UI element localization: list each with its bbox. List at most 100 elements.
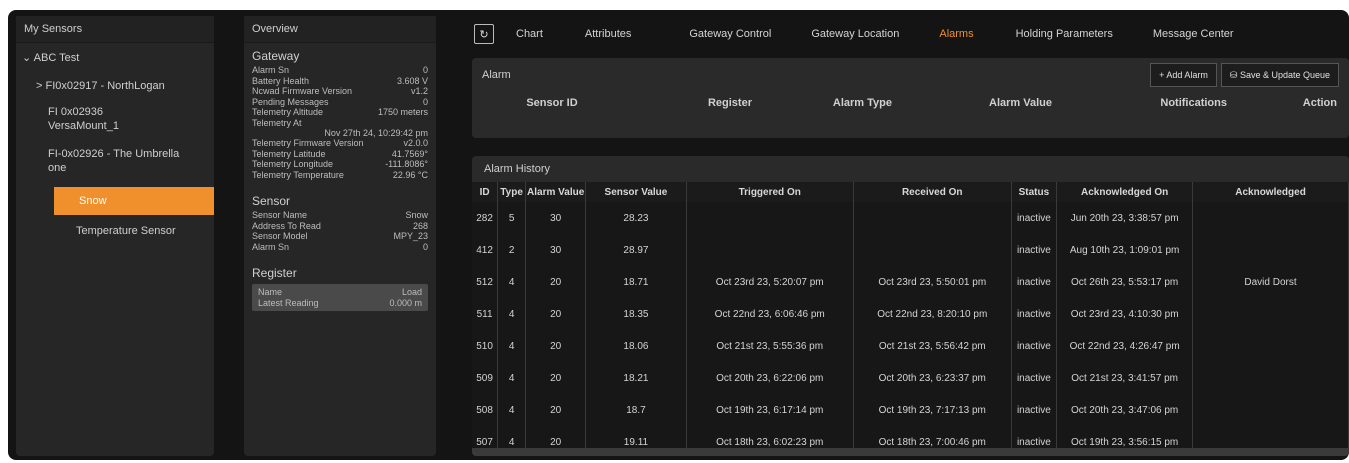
table-cell: 30 <box>525 202 587 234</box>
table-row[interactable]: 512 4 20 18.71 Oct 23rd 23, 5:20:07 pm Oct 23… <box>472 266 1349 298</box>
table-cell: 4 <box>497 330 527 362</box>
ov-value: 41.7569° <box>391 148 428 159</box>
table-cell: 20 <box>525 362 587 394</box>
col-header[interactable]: Type <box>497 182 527 202</box>
table-row[interactable]: 511 4 20 18.35 Oct 22nd 23, 6:06:46 pm Oct 22… <box>472 298 1349 330</box>
table-cell <box>1192 234 1349 266</box>
ov-key: Telemetry At <box>252 117 302 128</box>
horizontal-scrollbar[interactable] <box>472 448 1349 456</box>
alarm-panel: Alarm + Add Alarm ⛁ Save & Update Queue … <box>472 58 1349 138</box>
table-cell: Aug 10th 23, 1:09:01 pm <box>1056 234 1194 266</box>
table-row[interactable]: 282 5 30 28.23 inactive Jun 20th 23, 3:38:57 … <box>472 202 1349 234</box>
table-row[interactable]: 510 4 20 18.06 Oct 21st 23, 5:55:36 pm Oct 21… <box>472 330 1349 362</box>
table-cell <box>1192 202 1349 234</box>
tab-attributes[interactable]: Attributes <box>585 28 631 40</box>
table-cell: 4 <box>497 298 527 330</box>
ov-key: Alarm Sn <box>252 241 290 252</box>
ov-value: Snow <box>405 210 428 220</box>
tab-alarms[interactable]: Alarms <box>939 28 973 40</box>
table-cell: 4 <box>497 362 527 394</box>
table-cell: inactive <box>1011 394 1058 426</box>
add-alarm-button[interactable]: + Add Alarm <box>1150 63 1217 87</box>
table-cell: inactive <box>1011 330 1058 362</box>
ov-key: Alarm Sn <box>252 65 290 75</box>
table-cell: 511 <box>472 298 499 330</box>
ov-value: 0 <box>422 96 428 107</box>
ov-row: Address To Read 268 <box>252 221 428 232</box>
tree-item-northlogan[interactable]: > FI0x02917 - NorthLogan <box>16 69 214 97</box>
col-header[interactable]: Alarm Value <box>525 182 587 202</box>
tab-gateway-location[interactable]: Gateway Location <box>811 28 899 40</box>
ov-key: Sensor Model <box>252 231 308 241</box>
table-cell: 18.06 <box>585 330 687 362</box>
table-row[interactable]: 509 4 20 18.21 Oct 20th 23, 6:22:06 pm Oct 20… <box>472 362 1349 394</box>
table-cell <box>1192 362 1349 394</box>
table-cell: 20 <box>525 330 587 362</box>
tree-root[interactable]: ⌄ ABC Test <box>16 43 214 69</box>
ov-value: 1750 meters <box>377 107 428 117</box>
tab-gateway-control[interactable]: Gateway Control <box>689 28 771 40</box>
ov-value: 3.608 V <box>396 75 428 86</box>
table-cell: inactive <box>1011 202 1058 234</box>
table-cell: 512 <box>472 266 499 298</box>
col-header[interactable]: Sensor Value <box>585 182 687 202</box>
ov-row: Alarm Sn 0 <box>252 65 428 76</box>
table-cell: inactive <box>1011 266 1058 298</box>
tab-message-center[interactable]: Message Center <box>1153 28 1234 40</box>
table-cell: 412 <box>472 234 499 266</box>
col-alarm-type: Alarm Type <box>832 97 892 109</box>
tree-item-temperature-sensor[interactable]: Temperature Sensor <box>54 225 214 237</box>
gateway-heading: Gateway <box>252 49 300 63</box>
table-cell: 4 <box>497 266 527 298</box>
sensor-tree: ⌄ ABC Test > FI0x02917 - NorthLogan FI 0… <box>16 43 214 237</box>
col-header[interactable]: Status <box>1011 182 1058 202</box>
ov-key: Ncwad Firmware Version <box>252 86 353 96</box>
col-header[interactable]: Triggered On <box>686 182 854 202</box>
tree-item-snow-selected[interactable]: Snow <box>54 187 214 215</box>
tab-bar: ↻ Chart Attributes Gateway Control Gatew… <box>468 16 1349 52</box>
register-heading: Register <box>252 266 297 280</box>
col-notifications: Notifications <box>1160 97 1227 109</box>
table-row[interactable]: 412 2 30 28.97 inactive Aug 10th 23, 1:09:01 … <box>472 234 1349 266</box>
ov-row: Telemetry Firmware Version v2.0.0 <box>252 138 428 149</box>
table-cell: 509 <box>472 362 499 394</box>
ov-value: 22.96 °C <box>392 169 428 180</box>
col-header[interactable]: Received On <box>853 182 1012 202</box>
table-cell: Oct 26th 23, 5:53:17 pm <box>1056 266 1194 298</box>
tree-item-umbrella[interactable]: FI-0x02926 - The Umbrella <box>16 137 214 161</box>
table-cell: 18.71 <box>585 266 687 298</box>
save-update-queue-button[interactable]: ⛁ Save & Update Queue <box>1220 63 1339 87</box>
ov-row: Battery Health 3.608 V <box>252 76 428 87</box>
col-header[interactable]: Acknowledged On <box>1056 182 1194 202</box>
ov-key: Sensor Name <box>252 210 308 220</box>
ov-row: Telemetry Latitude 41.7569° <box>252 149 428 160</box>
col-header[interactable]: ID <box>472 182 499 202</box>
tab-holding-parameters[interactable]: Holding Parameters <box>1016 28 1113 40</box>
refresh-icon[interactable]: ↻ <box>474 24 494 44</box>
save-icon: ⛁ <box>1229 70 1240 80</box>
table-cell: 5 <box>497 202 527 234</box>
tree-item-02936[interactable]: FI 0x02936 <box>16 97 214 119</box>
ov-key: Name <box>258 287 283 297</box>
table-row[interactable]: 508 4 20 18.7 Oct 19th 23, 6:17:14 pm Oct 19t… <box>472 394 1349 426</box>
ov-row: Telemetry Longitude -111.8086° <box>252 159 428 170</box>
tree-item-versamount[interactable]: VersaMount_1 <box>16 119 214 137</box>
table-cell: Oct 23rd 23, 5:50:01 pm <box>853 266 1012 298</box>
ov-value: v2.0.0 <box>403 138 428 148</box>
table-cell: inactive <box>1011 298 1058 330</box>
save-update-queue-label: Save & Update Queue <box>1239 70 1330 80</box>
ov-row: Pending Messages 0 <box>252 97 428 108</box>
table-cell: Oct 22nd 23, 4:26:47 pm <box>1056 330 1194 362</box>
table-cell: 20 <box>525 266 587 298</box>
tab-chart[interactable]: Chart <box>516 28 543 40</box>
table-body: 282 5 30 28.23 inactive Jun 20th 23, 3:38:57 … <box>472 202 1349 456</box>
table-cell: 282 <box>472 202 499 234</box>
table-cell: 18.7 <box>585 394 687 426</box>
main-area: ↻ Chart Attributes Gateway Control Gatew… <box>468 16 1349 456</box>
col-header[interactable]: Acknowledged <box>1192 182 1349 202</box>
ov-value: 0 <box>422 65 428 75</box>
register-box[interactable]: Name Load Latest Reading 0.000 m <box>252 284 428 311</box>
table-cell: 30 <box>525 234 587 266</box>
alarm-history-title: Alarm History <box>484 163 551 175</box>
table-cell: Oct 19th 23, 6:17:14 pm <box>686 394 854 426</box>
